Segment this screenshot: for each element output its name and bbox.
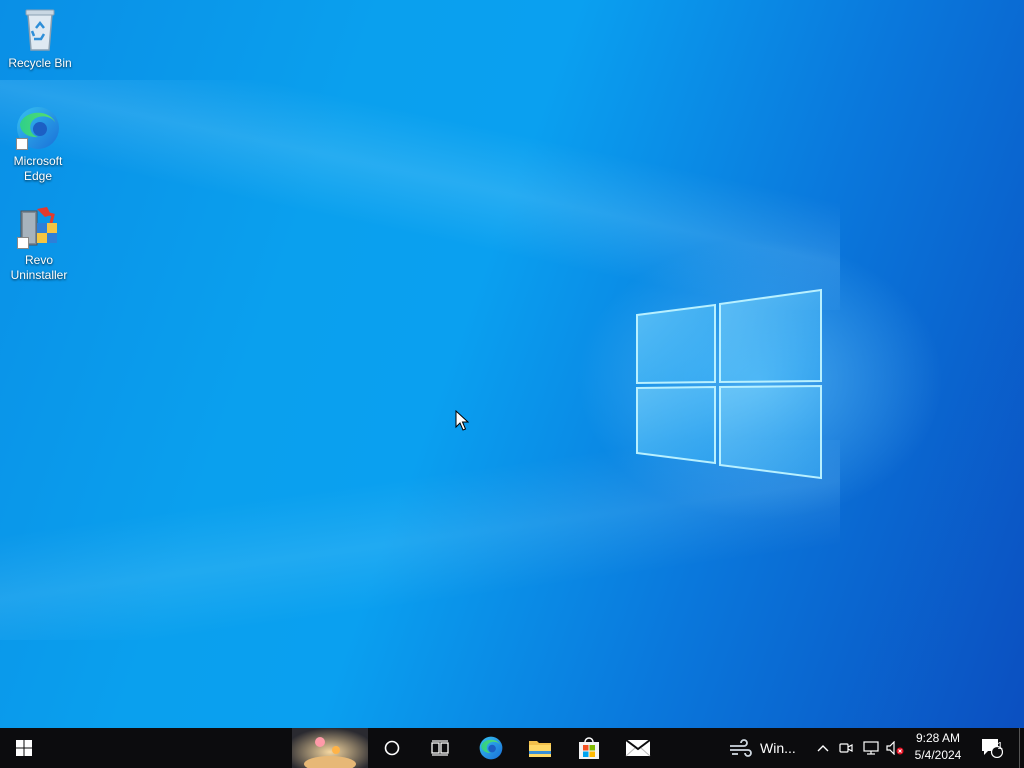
taskbar-edge-button[interactable]	[467, 728, 515, 768]
desktop[interactable]: Recycle Bin Microsoft Edge Revo Uninstal…	[0, 0, 1024, 728]
show-hidden-icons-button[interactable]	[812, 728, 834, 768]
chevron-up-icon	[817, 745, 829, 752]
notification-count-badge: 1	[997, 741, 1003, 752]
taskbar: Win... 9:28 AM 5/4/2024 1	[0, 728, 1024, 768]
light-beam	[0, 80, 840, 310]
windows-start-icon	[16, 740, 32, 756]
meet-now-button[interactable]	[836, 728, 856, 768]
start-button[interactable]	[0, 728, 48, 768]
taskbar-clock[interactable]: 9:28 AM 5/4/2024	[908, 730, 968, 766]
file-explorer-icon	[529, 741, 551, 757]
network-wired-icon	[863, 741, 879, 755]
clock-time: 9:28 AM	[915, 731, 961, 745]
revo-uninstaller-icon	[15, 203, 63, 251]
task-view-button[interactable]	[418, 728, 462, 768]
microsoft-store-icon	[579, 737, 599, 759]
shortcut-arrow-icon	[16, 138, 28, 150]
edge-icon	[14, 104, 62, 152]
volume-muted-icon	[886, 741, 904, 755]
task-view-icon	[431, 740, 449, 756]
taskbar-file-explorer-button[interactable]	[516, 728, 564, 768]
search-highlight-icon	[292, 728, 368, 768]
shortcut-arrow-icon	[17, 237, 29, 249]
cortana-button[interactable]	[370, 728, 414, 768]
desktop-icon-label: Microsoft Edge	[13, 154, 63, 183]
windows-logo-wallpaper	[636, 288, 822, 480]
weather-label: Win...	[760, 740, 796, 756]
desktop-icon-revo-uninstaller[interactable]: Revo Uninstaller	[1, 203, 77, 283]
volume-button[interactable]	[884, 728, 906, 768]
mail-icon	[625, 739, 651, 757]
network-button[interactable]	[860, 728, 882, 768]
taskbar-mail-button[interactable]	[614, 728, 662, 768]
clock-date: 5/4/2024	[914, 748, 962, 762]
recycle-bin-icon	[16, 6, 64, 54]
meet-now-icon	[839, 743, 853, 753]
desktop-icon-microsoft-edge[interactable]: Microsoft Edge	[0, 104, 76, 184]
desktop-icon-recycle-bin[interactable]: Recycle Bin	[2, 6, 78, 71]
edge-icon	[479, 736, 503, 760]
desktop-icon-label: Revo Uninstaller	[10, 253, 68, 282]
mouse-cursor-icon	[455, 410, 469, 431]
taskbar-microsoft-store-button[interactable]	[565, 728, 613, 768]
desktop-icon-label: Recycle Bin	[8, 56, 72, 70]
wind-weather-icon	[730, 739, 752, 757]
cortana-circle-icon	[384, 740, 400, 756]
action-center-button[interactable]: 1	[976, 728, 1008, 768]
search-highlight-button[interactable]	[292, 728, 368, 768]
news-weather-widget[interactable]: Win...	[728, 728, 806, 768]
show-desktop-button[interactable]	[1019, 728, 1024, 768]
